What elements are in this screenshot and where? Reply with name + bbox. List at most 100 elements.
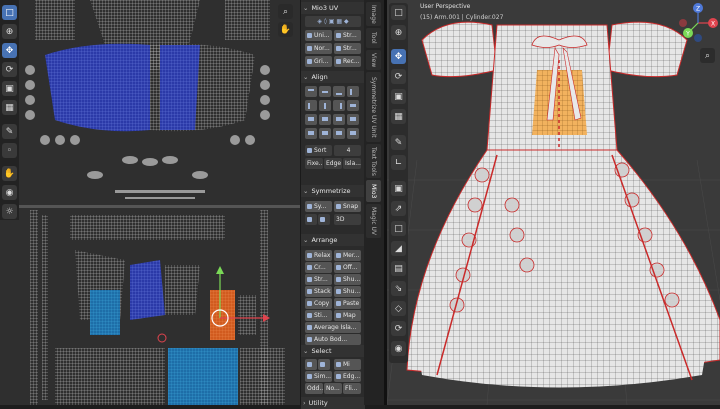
- rip-icon[interactable]: ◦: [2, 143, 17, 158]
- stack-button[interactable]: Stack: [305, 286, 332, 297]
- flip-button[interactable]: Fli...: [343, 383, 361, 394]
- zoom-icon[interactable]: ⌕: [700, 48, 715, 63]
- bevel-icon[interactable]: ◢: [391, 241, 406, 256]
- navigation-gizmo[interactable]: X Z Y: [677, 2, 719, 44]
- tab-image[interactable]: Image: [366, 2, 381, 26]
- panel-header-mio3uv[interactable]: ⌄ Mio3 UV: [301, 2, 365, 14]
- uv-islands-layout: [0, 0, 300, 405]
- poly-build-icon[interactable]: ◇: [391, 301, 406, 316]
- select-icon-b[interactable]: [318, 359, 330, 370]
- add-cube-icon[interactable]: ▣: [391, 181, 406, 196]
- paste-button[interactable]: Paste: [334, 298, 361, 309]
- cursor-icon[interactable]: ⊕: [2, 24, 17, 39]
- scale-icon[interactable]: ▣: [391, 89, 406, 104]
- axis2-icon[interactable]: [318, 214, 330, 225]
- relax-icon[interactable]: ☼: [2, 204, 17, 219]
- chevron-down-icon: ⌄: [303, 347, 309, 355]
- gizmo-z-label: Z: [696, 6, 700, 13]
- move-icon[interactable]: ✥: [391, 49, 406, 64]
- annotate-icon[interactable]: ✎: [2, 124, 17, 139]
- stretch-button[interactable]: Str...: [334, 43, 361, 54]
- chevron-down-icon: ⌄: [303, 4, 309, 12]
- crease-button[interactable]: Cr...: [305, 262, 332, 273]
- tab-mio3[interactable]: Mio3: [366, 180, 381, 202]
- select-icon-a[interactable]: [305, 359, 317, 370]
- similar-button[interactable]: Sim...: [305, 371, 332, 382]
- odd-button[interactable]: Odd...: [305, 383, 323, 394]
- grab-icon[interactable]: ✋: [2, 166, 17, 181]
- loop-cut-icon[interactable]: ▤: [391, 261, 406, 276]
- symmetrize-button[interactable]: Sy...: [305, 201, 332, 212]
- move-icon[interactable]: ✥: [2, 43, 17, 58]
- panel-header-arrange[interactable]: ⌄ Arrange: [301, 234, 365, 246]
- shuffle-button[interactable]: Shu...: [334, 274, 361, 285]
- transform-icon[interactable]: ▦: [391, 109, 406, 124]
- measure-icon[interactable]: ∟: [391, 155, 406, 170]
- 3d-viewport[interactable]: □ ⊕ ✥ ⟳ ▣ ▦ ✎ ∟ ▣ ⇗ □ ◢ ▤ ⇘ ◇ ⟳ ◉ X Z Y …: [387, 0, 720, 405]
- dress-mesh-render: [387, 21, 720, 405]
- sort-count-field[interactable]: 4: [334, 145, 361, 156]
- normal-button[interactable]: Nor...: [305, 43, 332, 54]
- panel-header-symmetrize[interactable]: ⌄ Symmetrize: [301, 185, 365, 197]
- symmetrize-title: Symmetrize: [311, 187, 351, 195]
- rotate-icon[interactable]: ⟳: [391, 69, 406, 84]
- spin-icon[interactable]: ⟳: [391, 321, 406, 336]
- uv-editor-canvas[interactable]: □ ⊕ ✥ ⟳ ▣ ▦ ✎ ◦ ✋ ◉ ☼ ⌕ ✋: [0, 0, 300, 405]
- select-box-icon[interactable]: □: [2, 5, 17, 20]
- inset-icon[interactable]: □: [391, 221, 406, 236]
- align-icons[interactable]: [305, 86, 361, 142]
- sort-button[interactable]: Sort: [305, 145, 332, 156]
- none-button[interactable]: No...: [324, 383, 342, 394]
- tab-tool[interactable]: Tool: [366, 28, 381, 48]
- chevron-down-icon: ⌄: [303, 73, 309, 81]
- uv-mode-icons[interactable]: ◈ ◊ ▣ ▦ ◆: [305, 16, 361, 27]
- straight2-button[interactable]: Str...: [305, 274, 332, 285]
- relax-button[interactable]: Relax: [305, 250, 332, 261]
- transform-icon[interactable]: ▦: [2, 100, 17, 115]
- rectify-button[interactable]: Rec...: [334, 56, 361, 67]
- annotate-icon[interactable]: ✎: [391, 135, 406, 150]
- knife-icon[interactable]: ⇘: [391, 281, 406, 296]
- panel-header-utility[interactable]: › Utility: [301, 397, 365, 409]
- tab-text-tools[interactable]: Text Tools: [366, 144, 381, 178]
- snap-button[interactable]: Snap: [334, 201, 361, 212]
- average-island-button[interactable]: Average Isla...: [305, 322, 361, 333]
- stitch-button[interactable]: Sti...: [305, 310, 332, 321]
- unwrap-button[interactable]: Uni...: [305, 30, 332, 41]
- select-box-icon[interactable]: □: [391, 5, 406, 20]
- hand-icon[interactable]: ✋: [278, 22, 293, 37]
- viewport-view-mode: User Perspective: [420, 3, 471, 10]
- island-toggle[interactable]: Isla...: [343, 158, 361, 169]
- fixed-toggle[interactable]: Fixe...: [305, 158, 323, 169]
- tab-magic-uv[interactable]: Magic UV: [366, 204, 381, 238]
- sidebar-tabs: Image Tool View Symmetrize UV Unit Text …: [364, 0, 384, 405]
- uv-sidebar-panel: ⌄ Mio3 UV ◈ ◊ ▣ ▦ ◆ Uni... Str... Nor... …: [300, 0, 365, 409]
- edge-select-button[interactable]: Edg...: [334, 371, 361, 382]
- cursor-icon[interactable]: ⊕: [391, 25, 406, 40]
- offset-button[interactable]: Off...: [334, 262, 361, 273]
- scale-icon[interactable]: ▣: [2, 81, 17, 96]
- merge-button[interactable]: Mer...: [334, 250, 361, 261]
- mirror-select-button[interactable]: Mi: [334, 359, 361, 370]
- symmetrize-mode-select[interactable]: 3D: [334, 214, 361, 225]
- grid-button[interactable]: Gri...: [305, 56, 332, 67]
- shuffle2-button[interactable]: Shu...: [334, 286, 361, 297]
- gizmo-y-label: Y: [685, 31, 690, 38]
- panel-header-align[interactable]: ⌄ Align: [301, 71, 365, 83]
- extrude-icon[interactable]: ⇗: [391, 201, 406, 216]
- straight-button[interactable]: Str...: [334, 30, 361, 41]
- smooth-icon[interactable]: ◉: [391, 341, 406, 356]
- tab-symmetrize-uv-unit[interactable]: Symmetrize UV Unit: [366, 72, 381, 142]
- map-button[interactable]: Map: [334, 310, 361, 321]
- copy-button[interactable]: Copy: [305, 298, 332, 309]
- tab-view[interactable]: View: [366, 50, 381, 70]
- panel-header-select[interactable]: ⌄ Select: [301, 345, 365, 357]
- rotate-icon[interactable]: ⟳: [2, 62, 17, 77]
- chevron-down-icon: ⌄: [303, 187, 309, 195]
- select-title: Select: [311, 347, 332, 355]
- zoom-icon[interactable]: ⌕: [278, 4, 293, 19]
- pinch-icon[interactable]: ◉: [2, 185, 17, 200]
- axis-icon[interactable]: [305, 214, 317, 225]
- edge-toggle[interactable]: Edge: [324, 158, 342, 169]
- auto-body-button[interactable]: Auto Bod...: [305, 334, 361, 345]
